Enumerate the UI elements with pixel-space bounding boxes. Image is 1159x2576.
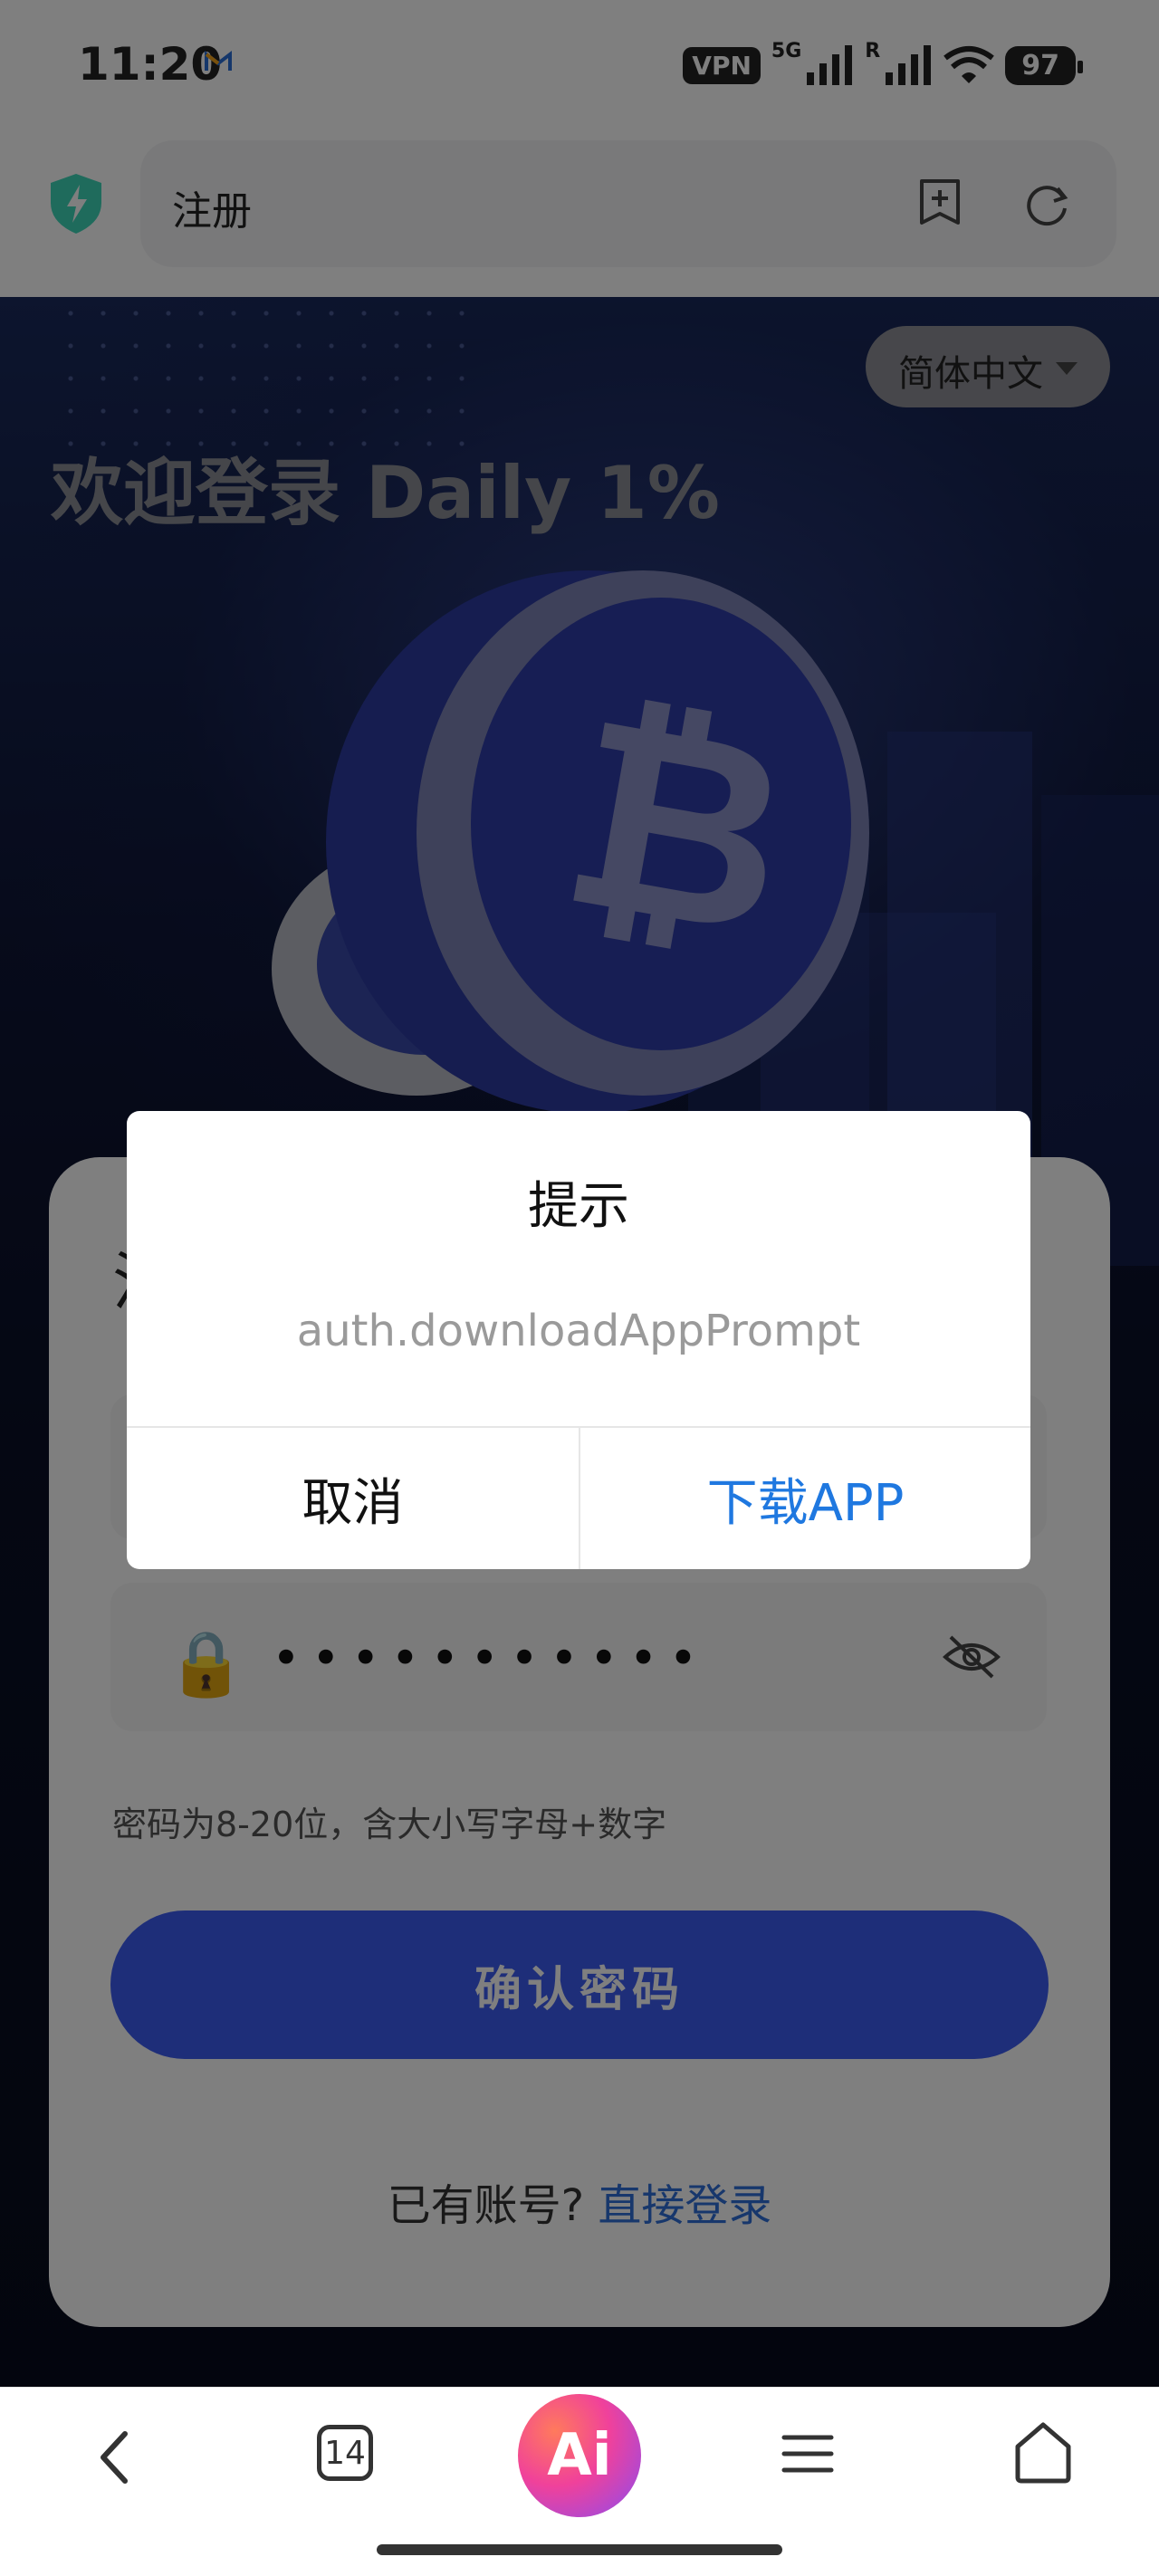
home-icon[interactable]	[1012, 2419, 1074, 2485]
download-app-button[interactable]: 下载APP	[580, 1428, 1030, 1569]
tabs-count-button[interactable]: 14	[317, 2425, 373, 2481]
dialog-message: auth.downloadAppPrompt	[296, 1306, 861, 1356]
ai-assistant-button[interactable]: Ai	[518, 2394, 641, 2517]
menu-icon[interactable]	[781, 2427, 835, 2481]
dialog-title: 提示	[528, 1177, 629, 1236]
home-indicator-bar	[377, 2544, 782, 2555]
back-icon[interactable]	[83, 2421, 147, 2494]
cancel-button[interactable]: 取消	[127, 1428, 579, 1569]
download-app-dialog: 提示 auth.downloadAppPrompt 取消 下载APP	[127, 1111, 1030, 1569]
